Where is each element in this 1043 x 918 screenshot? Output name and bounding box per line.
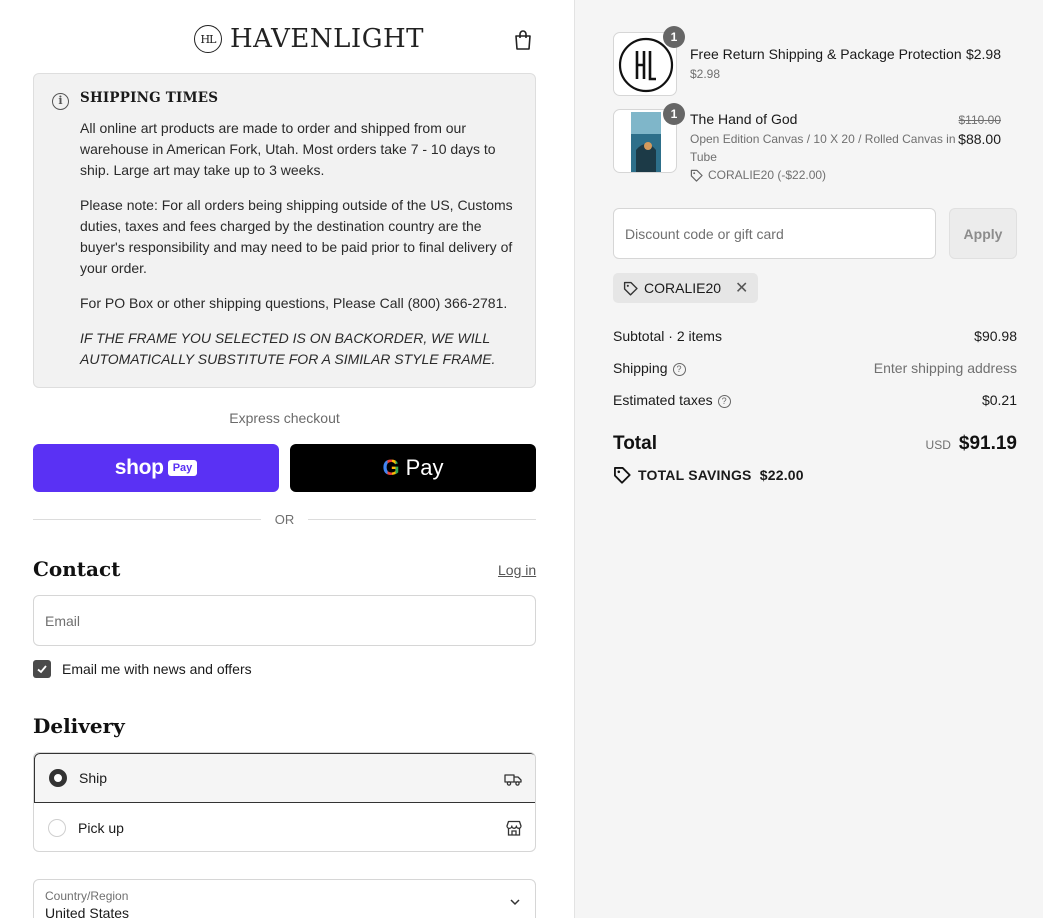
pickup-label: Pick up bbox=[78, 820, 124, 836]
or-divider: OR bbox=[33, 511, 536, 527]
help-icon[interactable]: ? bbox=[717, 395, 731, 408]
google-pay-button[interactable]: G Pay bbox=[290, 444, 536, 492]
remove-discount-icon[interactable]: ✕ bbox=[735, 278, 748, 298]
google-g-icon: G bbox=[382, 455, 400, 480]
shop-pay-badge: Pay bbox=[167, 460, 198, 476]
total-value: $91.19 bbox=[958, 433, 1017, 454]
subtotal-row: Subtotal · 2 items $90.98 bbox=[613, 328, 1017, 344]
newsletter-option[interactable]: Email me with news and offers bbox=[33, 660, 252, 678]
quantity-badge: 1 bbox=[663, 103, 685, 125]
or-label: OR bbox=[274, 511, 295, 527]
shipping-label: Shipping bbox=[613, 360, 668, 376]
total-savings: TOTAL SAVINGS $22.00 bbox=[613, 466, 804, 484]
notice-title: SHIPPING TIMES bbox=[80, 90, 219, 106]
shop-pay-wordmark: shop bbox=[114, 456, 164, 479]
line-item: 1 The Hand of God Open Edition Canvas / … bbox=[613, 103, 1017, 184]
delivery-method-group: Ship Pick up bbox=[33, 752, 536, 852]
total-savings-label: TOTAL SAVINGS $22.00 bbox=[638, 467, 804, 483]
notice-paragraph: For PO Box or other shipping questions, … bbox=[80, 295, 508, 311]
total-label: Total bbox=[613, 433, 657, 454]
item-price: $88.00 bbox=[958, 131, 1001, 147]
delivery-heading: Delivery bbox=[33, 714, 125, 738]
info-icon: i bbox=[52, 93, 69, 110]
brand-monogram: HL bbox=[194, 25, 222, 53]
item-price: $2.98 bbox=[965, 46, 1001, 62]
email-placeholder: Email bbox=[45, 613, 81, 629]
checkout-form-panel: HL HAVENLIGHT i SHIPPING TIMES All onlin… bbox=[0, 0, 575, 918]
country-select[interactable]: Country/Region United States bbox=[33, 879, 536, 918]
pickup-radio[interactable] bbox=[48, 819, 66, 837]
express-checkout-label: Express checkout bbox=[229, 410, 340, 426]
google-pay-label: Pay bbox=[405, 455, 444, 480]
product-thumbnail: 1 bbox=[613, 26, 685, 96]
truck-icon bbox=[504, 774, 522, 786]
checkmark-icon bbox=[37, 665, 47, 674]
currency-code: USD bbox=[925, 438, 951, 452]
shipping-row: Shipping? Enter shipping address bbox=[613, 360, 1017, 376]
notice-backorder-warning: IF THE FRAME YOU SELECTED IS ON BACKORDE… bbox=[80, 330, 496, 367]
divider-line bbox=[308, 518, 536, 520]
item-discount-label: CORALIE20 (-$22.00) bbox=[708, 168, 827, 182]
discount-code-input[interactable]: Discount code or gift card bbox=[613, 208, 936, 259]
delivery-option-pickup[interactable]: Pick up bbox=[34, 803, 535, 851]
tag-icon bbox=[623, 281, 638, 296]
discount-placeholder: Discount code or gift card bbox=[625, 226, 784, 242]
shopping-bag-icon[interactable] bbox=[513, 29, 533, 51]
taxes-label: Estimated taxes bbox=[613, 392, 713, 408]
brand-wordmark: HAVENLIGHT bbox=[230, 24, 424, 54]
delivery-option-ship[interactable]: Ship bbox=[34, 753, 535, 803]
quantity-badge: 1 bbox=[663, 26, 685, 48]
product-thumbnail: 1 bbox=[613, 103, 685, 173]
tag-icon bbox=[614, 467, 631, 484]
help-icon[interactable]: ? bbox=[672, 363, 686, 376]
login-link[interactable]: Log in bbox=[498, 562, 536, 578]
country-label: Country/Region bbox=[45, 889, 129, 903]
item-variant: Open Edition Canvas / 10 X 20 / Rolled C… bbox=[690, 132, 956, 164]
email-field[interactable]: Email bbox=[33, 595, 536, 646]
subtotal-label: Subtotal · 2 items bbox=[613, 328, 722, 344]
item-name: The Hand of God bbox=[690, 111, 798, 127]
line-item: 1 Free Return Shipping & Package Protect… bbox=[613, 26, 1017, 96]
apply-discount-button[interactable]: Apply bbox=[949, 208, 1017, 259]
shipping-value: Enter shipping address bbox=[873, 360, 1017, 376]
applied-discount-chip: CORALIE20 ✕ bbox=[613, 273, 759, 303]
contact-heading: Contact bbox=[33, 557, 121, 581]
taxes-row: Estimated taxes? $0.21 bbox=[613, 392, 1017, 408]
item-original-price: $110.00 bbox=[958, 113, 1002, 127]
shipping-times-notice: i SHIPPING TIMES All online art products… bbox=[33, 73, 536, 388]
tag-icon bbox=[690, 169, 703, 182]
shop-pay-button[interactable]: shop Pay bbox=[33, 444, 279, 492]
applied-code: CORALIE20 bbox=[644, 280, 722, 296]
subtotal-value: $90.98 bbox=[974, 328, 1017, 344]
ship-radio[interactable] bbox=[49, 769, 67, 787]
store-icon bbox=[506, 820, 522, 836]
taxes-value: $0.21 bbox=[981, 392, 1017, 408]
divider-line bbox=[33, 518, 261, 520]
item-variant: $2.98 bbox=[690, 67, 721, 81]
item-name: Free Return Shipping & Package Protectio… bbox=[690, 46, 962, 62]
brand-logo[interactable]: HL HAVENLIGHT bbox=[194, 24, 424, 54]
newsletter-checkbox[interactable] bbox=[33, 660, 51, 678]
country-value: United States bbox=[45, 905, 130, 918]
item-discount: CORALIE20 (-$22.00) bbox=[690, 166, 826, 184]
notice-paragraph: All online art products are made to orde… bbox=[80, 120, 496, 178]
notice-paragraph: Please note: For all orders being shippi… bbox=[80, 197, 513, 276]
chevron-down-icon bbox=[510, 899, 520, 906]
ship-label: Ship bbox=[79, 770, 108, 786]
order-summary-panel: 1 Free Return Shipping & Package Protect… bbox=[575, 0, 1043, 918]
total-amount: USD $91.19 bbox=[926, 433, 1017, 455]
newsletter-label: Email me with news and offers bbox=[62, 661, 252, 677]
